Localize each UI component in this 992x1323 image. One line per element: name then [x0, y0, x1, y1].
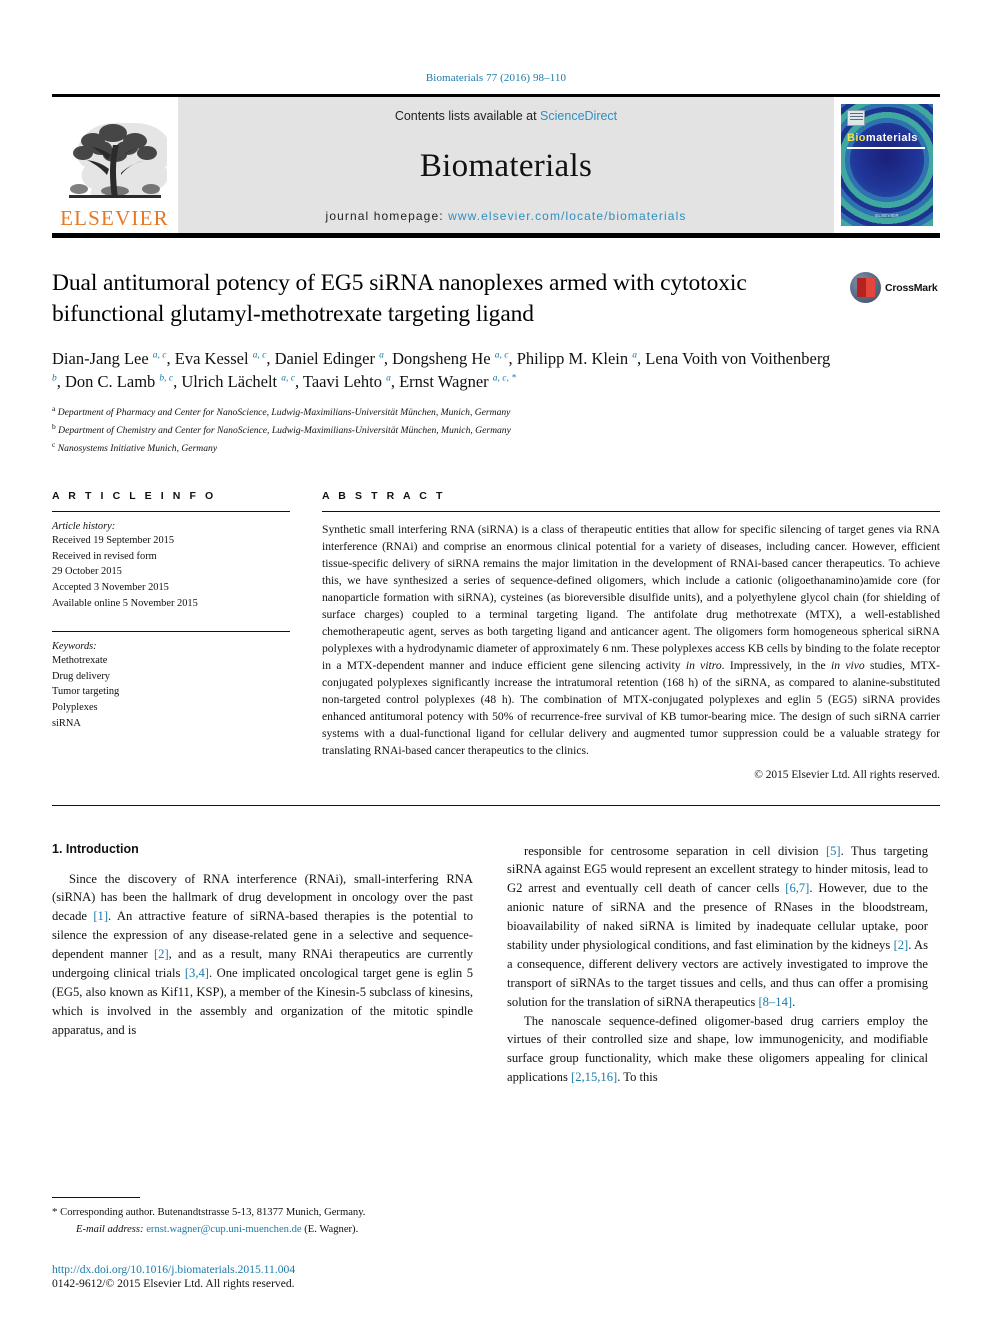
affiliation-text: Department of Pharmacy and Center for Na…: [57, 407, 511, 419]
journal-homepage-link[interactable]: www.elsevier.com/locate/biomaterials: [448, 209, 686, 223]
body-columns: 1. Introduction Since the discovery of R…: [52, 842, 940, 1088]
info-abstract-row: A R T I C L E I N F O Article history: R…: [52, 490, 940, 781]
keyword-item: Polyplexes: [52, 701, 98, 713]
crossmark-icon: [850, 272, 881, 303]
corresponding-author-text: * Corresponding author. Butenandtstrasse…: [52, 1205, 366, 1218]
affiliation-text: Nanosystems Initiative Munich, Germany: [57, 442, 218, 454]
divider: [52, 631, 290, 633]
abstract-heading: A B S T R A C T: [322, 490, 446, 503]
article-title: Dual antitumoral potency of EG5 siRNA na…: [52, 270, 747, 328]
author-list: Dian-Jang Lee a, c, Eva Kessel a, c, Dan…: [52, 348, 831, 392]
doi-link[interactable]: http://dx.doi.org/10.1016/j.biomaterials…: [52, 1263, 552, 1276]
affiliation-text: Department of Chemistry and Center for N…: [58, 425, 511, 437]
title-block: Dual antitumoral potency of EG5 siRNA na…: [52, 268, 940, 331]
keyword-item: siRNA: [52, 717, 81, 729]
masthead-center: Contents lists available at ScienceDirec…: [178, 97, 834, 233]
history-item: Received in revised form: [52, 550, 157, 562]
keywords-list: Methotrexate Drug delivery Tumor targeti…: [52, 653, 290, 731]
affiliation-item: b Department of Chemistry and Center for…: [52, 421, 940, 439]
copyright-line: © 2015 Elsevier Ltd. All rights reserved…: [754, 768, 940, 781]
cover-stamp-icon: [847, 110, 865, 126]
elsevier-logo: ELSEVIER: [52, 97, 178, 233]
article-history-title: Article history:: [52, 521, 116, 533]
corresponding-author-email-line: E-mail address: ernst.wagner@cup.uni-mue…: [52, 1222, 473, 1237]
keywords-title: Keywords:: [52, 641, 97, 653]
crossmark-label: CrossMark: [885, 281, 938, 294]
affiliation-marker: c: [52, 439, 56, 449]
email-suffix: (E. Wagner).: [304, 1223, 359, 1235]
paper-page: Biomaterials 77 (2016) 98–110 ELSEVIER C…: [0, 0, 992, 1323]
journal-homepage-line: journal homepage: www.elsevier.com/locat…: [326, 209, 687, 223]
affiliation-item: c Nanosystems Initiative Munich, Germany: [52, 439, 940, 457]
doi-footer: http://dx.doi.org/10.1016/j.biomaterials…: [52, 1263, 552, 1290]
cover-title: Biomaterials: [847, 132, 918, 144]
contents-available-line: Contents lists available at ScienceDirec…: [395, 109, 617, 123]
affiliation-marker: b: [52, 421, 56, 431]
history-item: 29 October 2015: [52, 566, 122, 578]
body-column-left: 1. Introduction Since the discovery of R…: [52, 842, 473, 1088]
cover-artwork: Biomaterials ELSEVIER: [841, 104, 933, 226]
body-paragraph: The nanoscale sequence-defined oligomer-…: [507, 1013, 928, 1085]
keywords-block: Keywords: Methotrexate Drug delivery Tum…: [52, 631, 290, 731]
issn-copyright-line: 0142-9612/© 2015 Elsevier Ltd. All right…: [52, 1277, 295, 1290]
running-head: Biomaterials 77 (2016) 98–110: [425, 72, 567, 84]
body-column-right: responsible for centrosome separation in…: [507, 842, 928, 1088]
journal-masthead: ELSEVIER Contents lists available at Sci…: [52, 94, 940, 238]
affiliation-list: a Department of Pharmacy and Center for …: [52, 403, 940, 456]
cover-footer-text: ELSEVIER: [875, 213, 899, 218]
keyword-item: Methotrexate: [52, 655, 108, 667]
footnote-divider: [52, 1196, 140, 1198]
homepage-prefix: journal homepage:: [325, 209, 449, 223]
keyword-item: Tumor targeting: [52, 686, 120, 698]
cover-title-underline: [847, 147, 925, 149]
history-item: Received 19 September 2015: [52, 535, 175, 547]
article-history-list: Received 19 September 2015 Received in r…: [52, 533, 290, 611]
divider: [52, 511, 290, 513]
cover-title-materials: materials: [865, 132, 918, 144]
affiliation-marker: a: [52, 404, 56, 414]
corresponding-author-footnote: * Corresponding author. Butenandtstrasse…: [52, 1196, 473, 1237]
crossmark-badge-group[interactable]: CrossMark: [850, 272, 940, 303]
body-paragraph: responsible for centrosome separation in…: [507, 843, 928, 1009]
divider: [322, 511, 940, 513]
contents-prefix: Contents lists available at: [394, 109, 541, 123]
email-link[interactable]: ernst.wagner@cup.uni-muenchen.de: [146, 1224, 301, 1235]
history-item: Available online 5 November 2015: [52, 597, 198, 609]
keyword-item: Drug delivery: [52, 670, 110, 682]
body-separator: [52, 804, 940, 806]
sciencedirect-link[interactable]: ScienceDirect: [540, 109, 617, 123]
history-item: Accepted 3 November 2015: [52, 581, 169, 593]
elsevier-wordmark: ELSEVIER: [60, 206, 169, 230]
email-label: E-mail address:: [76, 1223, 144, 1235]
affiliation-item: a Department of Pharmacy and Center for …: [52, 403, 940, 421]
article-info-heading: A R T I C L E I N F O: [52, 490, 217, 503]
journal-title: Biomaterials: [419, 147, 593, 184]
abstract-column: A B S T R A C T Synthetic small interfer…: [322, 490, 940, 781]
body-paragraph: Since the discovery of RNA interference …: [52, 871, 474, 1037]
article-info-column: A R T I C L E I N F O Article history: R…: [52, 490, 290, 780]
cover-title-bio: Bio: [847, 132, 866, 144]
journal-cover-thumbnail: Biomaterials ELSEVIER: [834, 97, 940, 233]
abstract-text: Synthetic small interfering RNA (siRNA) …: [322, 523, 940, 758]
section-heading-introduction: 1. Introduction: [52, 841, 139, 856]
elsevier-tree-icon: [63, 115, 167, 207]
